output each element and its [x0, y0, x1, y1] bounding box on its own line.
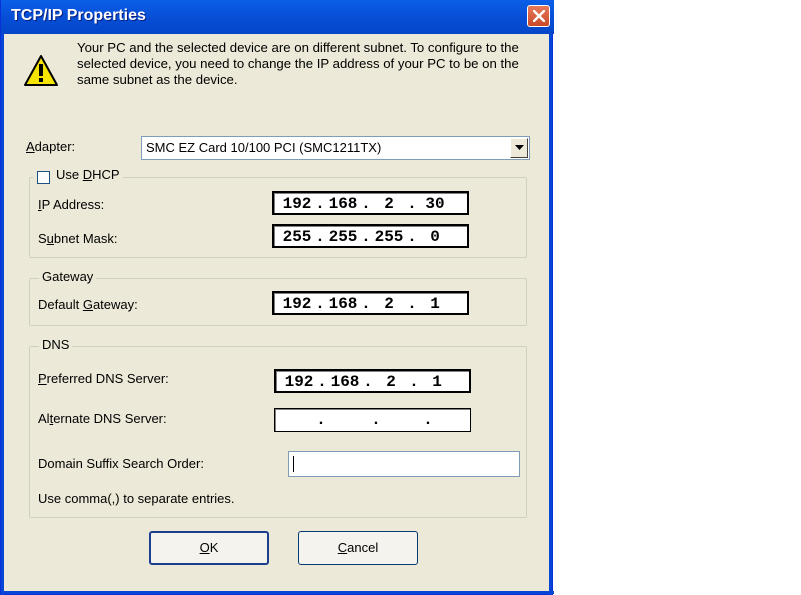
- ip-octet-1[interactable]: 192: [278, 195, 316, 213]
- ip-address-label: IP Address:: [38, 197, 105, 212]
- ip-dot: .: [318, 411, 324, 428]
- dns1-octet-3[interactable]: 2: [372, 373, 410, 391]
- dns1-octet-1[interactable]: 192: [280, 373, 318, 391]
- domain-suffix-input[interactable]: [288, 451, 520, 477]
- default-gateway-label: Default Gateway:: [38, 297, 138, 312]
- adapter-value: SMC EZ Card 10/100 PCI (SMC1211TX): [146, 140, 382, 155]
- adapter-label: Adapter:: [26, 139, 76, 154]
- window-frame-left: [1, 34, 4, 595]
- dns1-octet-2[interactable]: 168: [326, 373, 364, 391]
- mask-octet-4[interactable]: 0: [416, 228, 454, 246]
- mask-octet-2[interactable]: 255: [324, 228, 362, 246]
- tcpip-properties-dialog: TCP/IP Properties Your PC and the select…: [0, 0, 554, 595]
- title-bar[interactable]: TCP/IP Properties: [1, 0, 554, 34]
- chevron-down-icon: [515, 145, 524, 150]
- subnet-warning-message: Your PC and the selected device are on d…: [77, 40, 519, 87]
- ip-octet-2[interactable]: 168: [324, 195, 362, 213]
- alternate-dns-input[interactable]: . . .: [274, 408, 471, 432]
- close-icon: [533, 10, 545, 22]
- use-dhcp-checkbox[interactable]: [37, 171, 50, 184]
- adapter-select[interactable]: SMC EZ Card 10/100 PCI (SMC1211TX): [141, 136, 530, 160]
- mask-octet-1[interactable]: 255: [278, 228, 316, 246]
- gateway-octet-3[interactable]: 2: [370, 295, 408, 313]
- dns1-octet-4[interactable]: 1: [418, 373, 456, 391]
- dns-caption: DNS: [39, 337, 73, 352]
- gateway-caption: Gateway: [39, 269, 97, 284]
- subnet-mask-input[interactable]: 255 . 255 . 255 . 0: [272, 224, 469, 248]
- gateway-octet-4[interactable]: 1: [416, 295, 454, 313]
- ip-address-input[interactable]: 192 . 168 . 2 . 30: [272, 191, 469, 215]
- gateway-octet-1[interactable]: 192: [278, 295, 316, 313]
- adapter-dropdown-button[interactable]: [510, 138, 528, 158]
- ip-dot: .: [373, 411, 379, 428]
- preferred-dns-label: Preferred DNS Server:: [38, 371, 169, 386]
- window-title: TCP/IP Properties: [11, 7, 146, 24]
- separator-hint: Use comma(,) to separate entries.: [38, 491, 235, 506]
- ok-button[interactable]: OK: [149, 531, 269, 565]
- text-caret: [293, 456, 294, 472]
- cancel-button[interactable]: Cancel: [298, 531, 418, 565]
- subnet-mask-label: Subnet Mask:: [38, 231, 118, 246]
- preferred-dns-input[interactable]: 192 . 168 . 2 . 1: [274, 369, 471, 393]
- close-button[interactable]: [527, 5, 550, 27]
- mask-octet-3[interactable]: 255: [370, 228, 408, 246]
- alternate-dns-label: Alternate DNS Server:: [38, 411, 167, 426]
- warning-icon: [24, 55, 58, 86]
- default-gateway-input[interactable]: 192 . 168 . 2 . 1: [272, 291, 469, 315]
- ip-octet-4[interactable]: 30: [416, 195, 454, 213]
- ip-octet-3[interactable]: 2: [370, 195, 408, 213]
- window-frame-right: [549, 34, 552, 595]
- ip-dot: .: [425, 411, 431, 428]
- window-frame-bottom: [1, 591, 554, 594]
- domain-suffix-label: Domain Suffix Search Order:: [38, 456, 204, 471]
- gateway-octet-2[interactable]: 168: [324, 295, 362, 313]
